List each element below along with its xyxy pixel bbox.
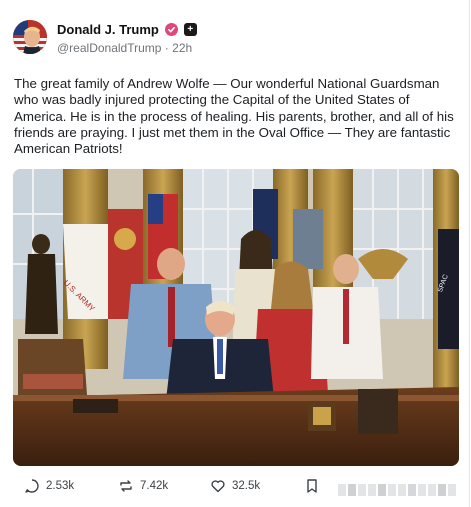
comment-icon [24,478,40,494]
avatar-image [13,20,47,54]
post-photo[interactable]: U.S. ARMY SPAC [13,169,459,466]
reply-count: 2.53k [46,480,75,492]
post-meta: @realDonaldTrump · 22h [57,41,192,55]
meta-separator: · [164,41,169,55]
bookmark-button[interactable] [305,478,319,494]
repost-icon [118,478,134,494]
like-count: 32.5k [232,480,261,492]
action-bar: 2.53k 7.42k 32.5k [0,478,470,504]
plus-icon[interactable]: + [183,23,197,36]
author-avatar[interactable] [13,20,47,54]
post-time[interactable]: 22h [172,41,192,55]
like-button[interactable]: 32.5k [210,478,260,494]
author-name[interactable]: Donald J. Trump [57,22,159,37]
repost-button[interactable]: 7.42k [118,478,168,494]
bookmark-icon [305,478,319,494]
author-handle[interactable]: @realDonaldTrump [57,41,161,55]
post-text: The great family of Andrew Wolfe — Our w… [14,76,454,157]
blurred-extra-actions [338,484,456,496]
oval-office-photo: U.S. ARMY SPAC [13,169,459,466]
author-row: Donald J. Trump + [57,22,197,37]
reply-button[interactable]: 2.53k [24,478,74,494]
post-card: Donald J. Trump + @realDonaldTrump · 22h… [0,0,470,507]
repost-count: 7.42k [140,480,169,492]
verified-check-icon [164,23,178,36]
heart-icon [210,478,226,494]
